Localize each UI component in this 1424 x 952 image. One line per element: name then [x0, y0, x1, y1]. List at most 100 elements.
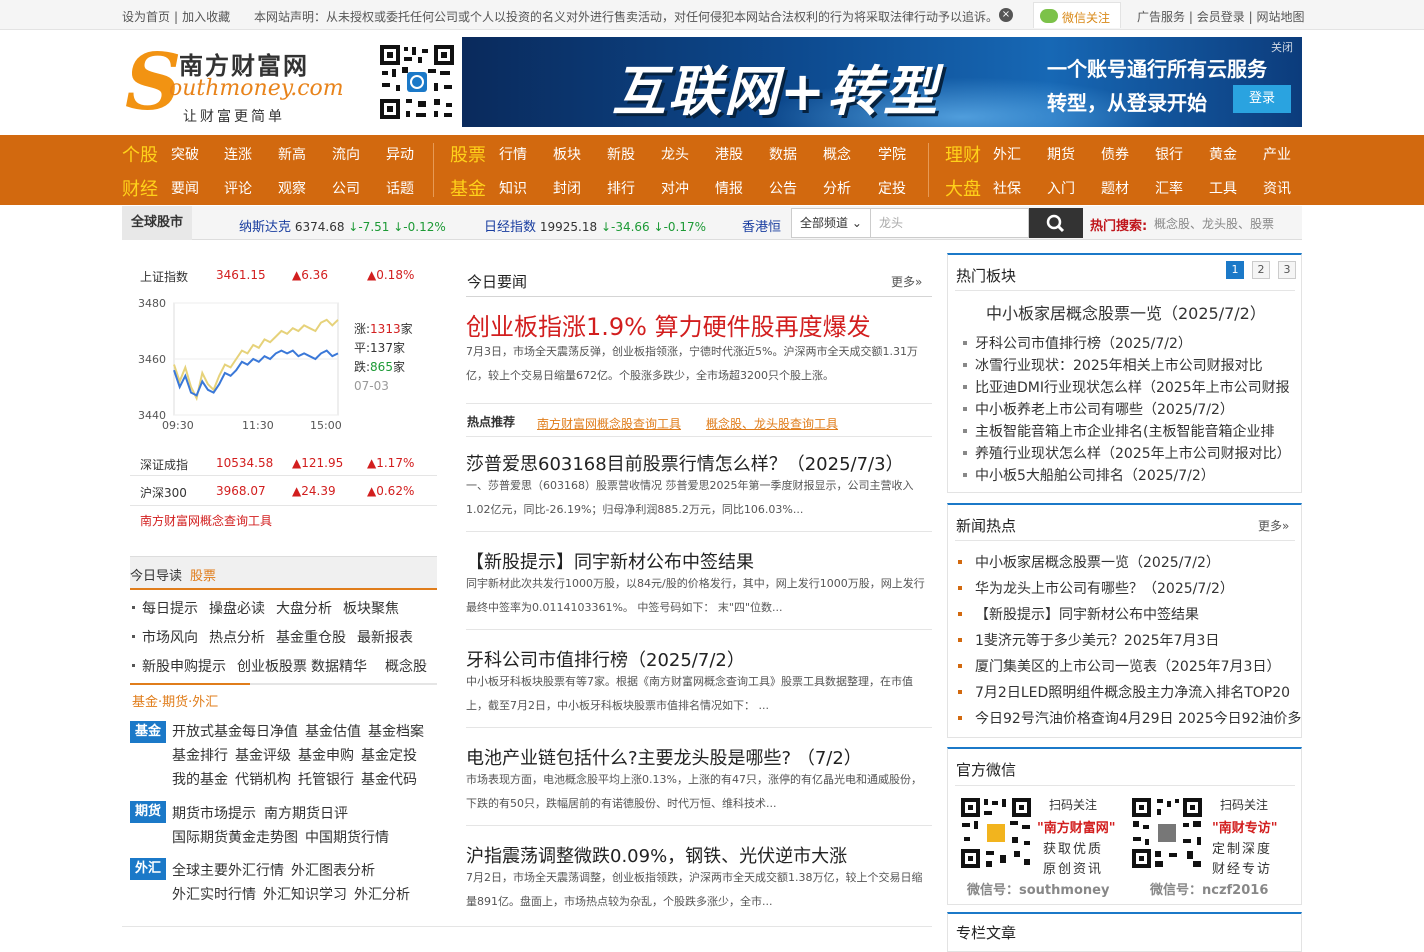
- banner-close-button[interactable]: 关闭: [1271, 39, 1293, 55]
- guide-link[interactable]: 每日提示: [142, 598, 198, 618]
- nav-lead-gupiao[interactable]: 股票: [450, 141, 486, 167]
- nav-item[interactable]: 评论: [224, 178, 252, 198]
- nav-item[interactable]: 分析: [823, 178, 851, 198]
- nav-lead-dapan[interactable]: 大盘: [945, 175, 981, 201]
- nav-item[interactable]: 话题: [386, 178, 414, 198]
- nav-item[interactable]: 知识: [499, 178, 527, 198]
- more-link[interactable]: 更多»: [891, 273, 922, 290]
- sitemap-link[interactable]: 网站地图: [1256, 10, 1304, 24]
- nav-item[interactable]: 突破: [171, 144, 199, 164]
- guide-link[interactable]: 期货市场提示: [172, 803, 256, 823]
- nav-item[interactable]: 龙头: [661, 144, 689, 164]
- wechat-follow-button[interactable]: 微信关注: [1033, 2, 1121, 28]
- news-hot-link[interactable]: 今日92号汽油价格查询4月29日 2025今日92油价多: [975, 708, 1301, 728]
- ticker-quote[interactable]: 日经指数 19925.18 ↓-34.66 ↓-0.17%: [484, 216, 706, 235]
- nav-item[interactable]: 入门: [1047, 178, 1075, 198]
- guide-link[interactable]: 最新报表: [357, 627, 413, 647]
- page-button-2[interactable]: 2: [1252, 261, 1270, 279]
- news-hot-link[interactable]: 【新股提示】同宇新材公布中签结果: [975, 604, 1199, 624]
- nav-item[interactable]: 学院: [878, 144, 906, 164]
- nav-item[interactable]: 观察: [278, 178, 306, 198]
- hot-sector-link[interactable]: 中小板养老上市公司有哪些（2025/7/2）: [975, 399, 1234, 419]
- guide-link[interactable]: 代销机构: [235, 769, 291, 789]
- nav-item[interactable]: 连涨: [224, 144, 252, 164]
- index-row-hs300[interactable]: 沪深300 3968.07 ▲24.39 ▲0.62%: [140, 484, 437, 504]
- ticker-quote[interactable]: 纳斯达克 6374.68 ↓-7.51 ↓-0.12%: [239, 216, 446, 235]
- nav-item[interactable]: 题材: [1101, 178, 1129, 198]
- guide-link[interactable]: 操盘必读: [209, 598, 265, 618]
- news-hot-link[interactable]: 1斐济元等于多少美元？2025年7月3日: [975, 630, 1219, 650]
- nav-item[interactable]: 公告: [769, 178, 797, 198]
- set-homepage-link[interactable]: 设为首页: [122, 10, 170, 24]
- nav-lead-gegu[interactable]: 个股: [122, 141, 158, 167]
- headline-link[interactable]: 创业板指涨1.9% 算力硬件股再度爆发: [466, 307, 871, 342]
- add-favorite-link[interactable]: 加入收藏: [182, 10, 230, 24]
- guide-link[interactable]: 基金档案: [368, 721, 424, 741]
- nav-lead-caijing[interactable]: 财经: [122, 175, 158, 201]
- guide-link[interactable]: 外汇知识学习: [263, 884, 347, 904]
- guide-link[interactable]: 开放式基金每日净值: [172, 721, 298, 741]
- nav-item[interactable]: 板块: [553, 144, 581, 164]
- news-hot-link[interactable]: 7月2日LED照明组件概念股主力净流入排名TOP20: [975, 682, 1290, 702]
- guide-link[interactable]: 南方期货日评: [264, 803, 348, 823]
- site-logo[interactable]: S 南方财富网 outhmoney.com 让财富更简单: [125, 44, 350, 126]
- guide-link[interactable]: 板块聚焦: [343, 598, 399, 618]
- ticker-quote[interactable]: 香港恒: [742, 216, 781, 235]
- nav-item[interactable]: 外汇: [993, 144, 1021, 164]
- guide-link[interactable]: 新股申购提示: [142, 656, 226, 676]
- guide-link[interactable]: 热点分析: [209, 627, 265, 647]
- guide-link[interactable]: 市场风向: [142, 627, 198, 647]
- nav-item[interactable]: 银行: [1155, 144, 1183, 164]
- index-row-sh[interactable]: 上证指数 3461.15 ▲6.36 ▲0.18%: [140, 268, 437, 288]
- guide-link[interactable]: 中国期货行情: [305, 827, 389, 847]
- guide-link[interactable]: 托管银行: [298, 769, 354, 789]
- article-title-link[interactable]: 牙科公司市值排行榜（2025/7/2）: [466, 646, 745, 672]
- nav-lead-jijin[interactable]: 基金: [450, 175, 486, 201]
- guide-link[interactable]: 基金排行: [172, 745, 228, 765]
- nav-item[interactable]: 封闭: [553, 178, 581, 198]
- nav-lead-licai[interactable]: 理财: [945, 141, 981, 167]
- news-hot-link[interactable]: 厦门集美区的上市公司一览表（2025年7月3日）: [975, 656, 1280, 676]
- nav-item[interactable]: 流向: [332, 144, 360, 164]
- hot-sector-link[interactable]: 比亚迪DMI行业现状怎么样（2025年上市公司财报: [975, 377, 1290, 397]
- guide-link[interactable]: 基金申购: [298, 745, 354, 765]
- search-button[interactable]: [1029, 208, 1083, 238]
- nav-item[interactable]: 社保: [993, 178, 1021, 198]
- guide-link[interactable]: 数据精华: [311, 656, 367, 676]
- guide-link[interactable]: 外汇图表分析: [291, 860, 375, 880]
- banner-login-button[interactable]: 登录: [1233, 85, 1291, 113]
- guide-tab-stock[interactable]: 股票: [190, 569, 216, 584]
- nav-item[interactable]: 行情: [499, 144, 527, 164]
- hot-sector-link[interactable]: 养殖行业现状怎么样（2025年上市公司财报对比）: [975, 443, 1291, 463]
- hot-sector-link[interactable]: 中小板5大船舶公司排名（2025/7/2）: [975, 465, 1215, 485]
- member-login-link[interactable]: 会员登录: [1197, 10, 1245, 24]
- hot-sector-lead[interactable]: 中小板家居概念股票一览（2025/7/2）: [986, 300, 1266, 324]
- nav-item[interactable]: 期货: [1047, 144, 1075, 164]
- guide-link[interactable]: 基金代码: [361, 769, 417, 789]
- page-button-1[interactable]: 1: [1226, 261, 1244, 279]
- nav-item[interactable]: 数据: [769, 144, 797, 164]
- guide-link[interactable]: 大盘分析: [276, 598, 332, 618]
- promo-banner[interactable]: 互联网+转型 一个账号通行所有云服务 转型，从登录开始 登录 关闭: [462, 37, 1302, 127]
- news-hot-link[interactable]: 华为龙头上市公司有哪些？（2025/7/2）: [975, 578, 1234, 598]
- more-link[interactable]: 更多»: [1258, 517, 1289, 534]
- channel-select[interactable]: 全部频道 ⌄: [791, 208, 871, 238]
- guide-link[interactable]: 基金重仓股: [276, 627, 346, 647]
- news-hot-link[interactable]: 中小板家居概念股票一览（2025/7/2）: [975, 552, 1220, 572]
- nav-item[interactable]: 新股: [607, 144, 635, 164]
- article-title-link[interactable]: 【新股提示】同宇新材公布中签结果: [466, 548, 754, 574]
- hot-sector-link[interactable]: 牙科公司市值排行榜（2025/7/2）: [975, 333, 1192, 353]
- guide-link[interactable]: 我的基金: [172, 769, 228, 789]
- concept-tool-link[interactable]: 南方财富网概念查询工具: [140, 512, 437, 532]
- nav-item[interactable]: 要闻: [171, 178, 199, 198]
- close-icon[interactable]: ×: [999, 8, 1013, 22]
- nav-item[interactable]: 公司: [332, 178, 360, 198]
- guide-link[interactable]: 外汇分析: [354, 884, 410, 904]
- nav-item[interactable]: 概念: [823, 144, 851, 164]
- guide-link[interactable]: 概念股: [385, 656, 427, 676]
- ad-service-link[interactable]: 广告服务: [1137, 10, 1185, 24]
- nav-item[interactable]: 新高: [278, 144, 306, 164]
- nav-item[interactable]: 资讯: [1263, 178, 1291, 198]
- guide-link[interactable]: 基金定投: [361, 745, 417, 765]
- article-title-link[interactable]: 电池产业链包括什么?主要龙头股是哪些? （7/2）: [466, 744, 862, 770]
